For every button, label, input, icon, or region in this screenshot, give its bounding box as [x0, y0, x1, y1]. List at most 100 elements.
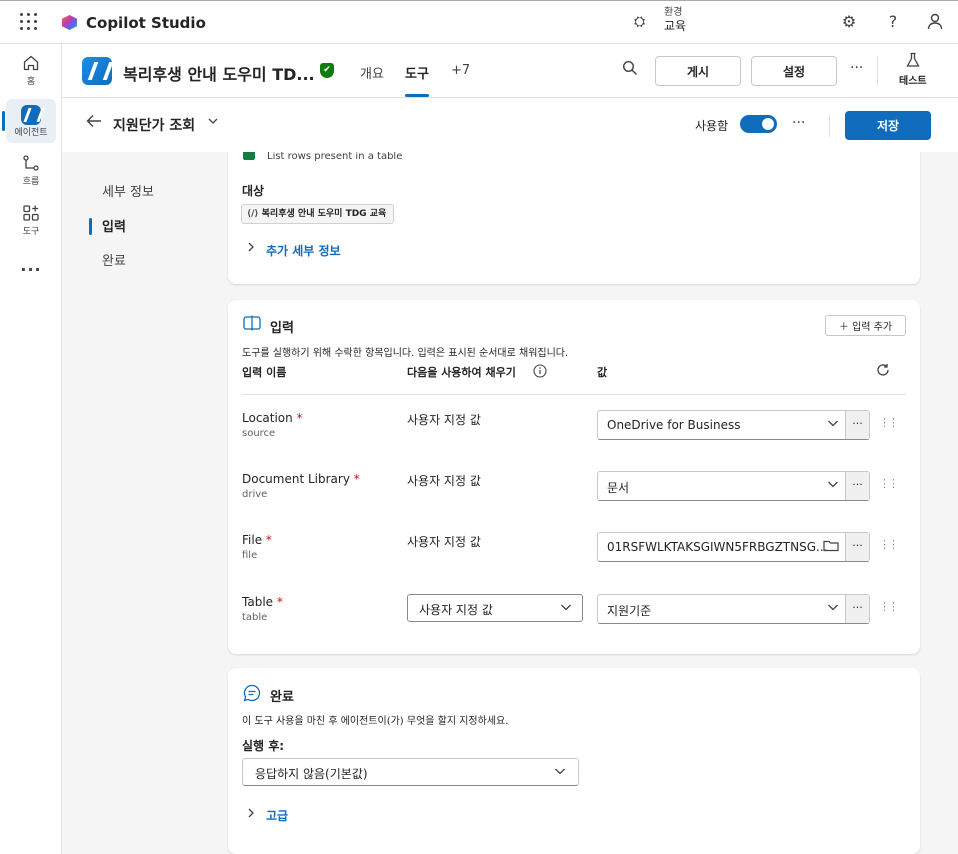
input-fill-mode: 사용자 지정 값 [407, 474, 481, 488]
value-more-button[interactable]: ··· [845, 595, 869, 623]
rail-label-agents: 에이전트 [14, 128, 48, 138]
input-fill-mode: 사용자 지정 값 [407, 535, 481, 549]
chevron-right-icon[interactable] [246, 808, 256, 821]
fill-mode-dropdown[interactable]: 사용자 지정 값 [407, 594, 583, 622]
input-fill-mode: 사용자 지정 값 [407, 413, 481, 427]
copilot-studio-logo [62, 15, 77, 30]
table-value-dropdown[interactable]: 지원기준 ··· [597, 594, 870, 624]
header-more-icon[interactable]: ··· [850, 60, 863, 76]
verified-shield-icon: ✔ [320, 63, 334, 78]
tab-active-underline [405, 94, 429, 97]
rail-item-tools[interactable]: 도구 [0, 204, 62, 237]
content-area: 세부 정보 입력 완료 List rows present in a table… [62, 152, 958, 854]
rail-item-flows[interactable]: 흐름 [0, 154, 62, 187]
rail-item-agents[interactable]: 에이전트 [0, 105, 62, 138]
nav-active-indicator [89, 218, 92, 235]
chevron-right-icon[interactable] [246, 242, 256, 255]
completion-title: 완료 [270, 690, 294, 705]
col-header-name: 입력 이름 [242, 366, 287, 379]
excel-icon [243, 152, 255, 160]
enabled-label: 사용함 [695, 119, 729, 133]
agent-title: 복리후생 안내 도우미 TD... [123, 65, 315, 84]
value-more-button[interactable]: ··· [845, 472, 869, 500]
nav-item-details[interactable]: 세부 정보 [102, 181, 154, 200]
folder-icon[interactable] [823, 539, 839, 555]
chevron-down-icon [827, 601, 839, 616]
required-marker: * [265, 533, 272, 547]
file-value-picker[interactable]: 01RSFWLKTAKSGIWN5FRBGZTNSG... ··· [597, 532, 870, 562]
rail-label-home: 홈 [26, 77, 36, 87]
enabled-toggle[interactable] [740, 115, 777, 133]
table-header-divider [242, 394, 906, 395]
more-details-link[interactable]: 추가 세부 정보 [266, 242, 341, 259]
add-input-label: 입력 추가 [852, 322, 893, 333]
save-button[interactable]: 저장 [845, 111, 931, 140]
inputs-card: 입력 ＋ 입력 추가 도구를 실행하기 위해 수락한 항목입니다. 입력은 표시… [228, 300, 920, 654]
info-icon[interactable] [533, 364, 547, 382]
flow-icon [0, 154, 62, 174]
target-pill: ⟨/⟩ 복리후생 안내 도우미 TDG 교육 [241, 204, 395, 224]
test-label[interactable]: 테스트 [899, 72, 927, 87]
environment-name[interactable]: 교육 [664, 19, 686, 33]
input-value: OneDrive for Business [607, 418, 741, 432]
nav-item-completion[interactable]: 완료 [102, 250, 126, 269]
input-name: Location * [242, 411, 303, 425]
drag-handle-icon[interactable]: ⋮⋮ [879, 477, 899, 490]
value-more-button[interactable]: ··· [845, 533, 869, 561]
input-name: Table * [242, 595, 283, 609]
rail-more-icon[interactable]: ··· [0, 260, 62, 279]
drag-handle-icon[interactable]: ⋮⋮ [879, 600, 899, 613]
value-more-button[interactable]: ··· [845, 411, 869, 439]
help-icon[interactable]: ? [883, 12, 903, 31]
input-code: drive [242, 489, 268, 500]
input-value: 지원기준 [607, 604, 652, 618]
back-arrow-icon[interactable] [86, 113, 102, 132]
tab-more[interactable]: +7 [451, 63, 470, 78]
agent-logo [82, 57, 112, 85]
input-code: file [242, 550, 258, 561]
tab-overview[interactable]: 개요 [360, 63, 384, 82]
inputs-description: 도구를 실행하기 위해 수락한 항목입니다. 입력은 표시된 순서대로 채워집니… [242, 348, 569, 359]
details-card: List rows present in a table 대상 ⟨/⟩ 복리후생… [228, 152, 920, 284]
col-header-fill: 다음을 사용하여 채우기 [407, 366, 516, 379]
nav-item-inputs[interactable]: 입력 [102, 216, 126, 235]
after-run-dropdown[interactable]: 응답하지 않음(기본값) [242, 758, 579, 786]
agent-icon [21, 105, 41, 125]
target-label: 대상 [242, 184, 265, 198]
input-code: source [242, 428, 276, 439]
input-name: Document Library * [242, 472, 360, 486]
environment-icon[interactable]: ⛭ [634, 14, 645, 30]
location-value-dropdown[interactable]: OneDrive for Business ··· [597, 410, 870, 440]
tab-tools[interactable]: 도구 [405, 63, 429, 82]
subheader-more-icon[interactable]: ··· [792, 115, 805, 131]
after-run-value: 응답하지 않음(기본값) [255, 767, 368, 781]
search-icon[interactable] [622, 60, 638, 80]
account-icon[interactable] [925, 12, 945, 34]
tool-title: 지원단가 조회 [113, 118, 196, 134]
agent-header: 복리후생 안내 도우미 TD... ✔ 개요 도구 +7 게시 설정 ··· 테… [62, 44, 958, 98]
section-nav: 세부 정보 입력 완료 [62, 152, 214, 854]
add-input-button[interactable]: ＋ 입력 추가 [825, 315, 906, 336]
rail-item-home[interactable]: 홈 [0, 54, 62, 87]
inputs-title: 입력 [270, 321, 294, 336]
required-marker: * [276, 595, 283, 609]
fill-mode-value: 사용자 지정 값 [419, 603, 493, 617]
settings-gear-icon[interactable]: ⚙ [839, 12, 859, 31]
advanced-link[interactable]: 고급 [266, 807, 288, 824]
input-code: table [242, 612, 268, 623]
subheader-divider [829, 115, 830, 137]
publish-button[interactable]: 게시 [655, 56, 741, 86]
drag-handle-icon[interactable]: ⋮⋮ [879, 538, 899, 551]
settings-button[interactable]: 설정 [751, 56, 837, 86]
app-launcher-icon[interactable] [20, 13, 38, 31]
code-icon: ⟨/⟩ [247, 209, 259, 219]
input-value: 01RSFWLKTAKSGIWN5FRBGZTNSG... [607, 540, 828, 554]
document-library-value-dropdown[interactable]: 문서 ··· [597, 471, 870, 501]
app-name[interactable]: Copilot Studio [86, 14, 206, 32]
refresh-icon[interactable] [876, 363, 890, 381]
completion-card: 완료 이 도구 사용을 마친 후 에이전트이(가) 무엇을 할지 지정하세요. … [228, 668, 920, 854]
rail-label-tools: 도구 [22, 227, 40, 237]
chevron-down-icon[interactable] [207, 115, 219, 130]
test-flask-icon[interactable] [902, 52, 924, 72]
drag-handle-icon[interactable]: ⋮⋮ [879, 416, 899, 429]
